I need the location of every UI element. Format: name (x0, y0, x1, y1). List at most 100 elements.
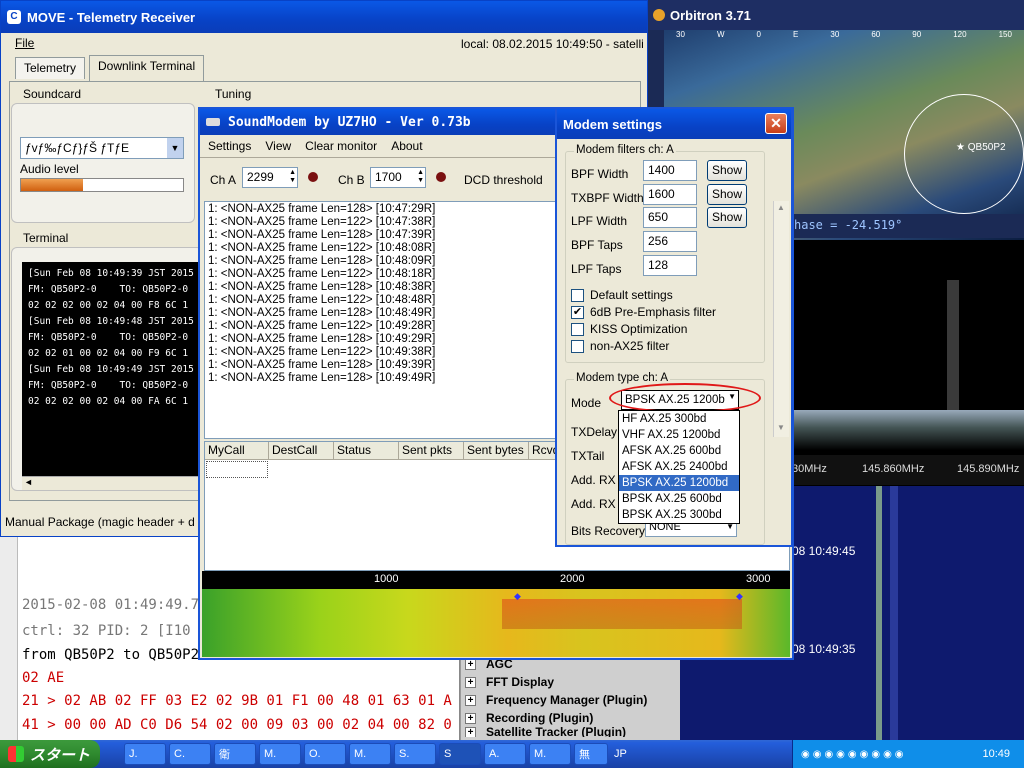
txbpf-show-button[interactable]: Show (707, 184, 747, 205)
monitor-line: 1: <NON-AX25 frame Len=128> [10:49:39R] (208, 359, 436, 371)
bpf-show-button[interactable]: Show (707, 160, 747, 181)
tab-telemetry[interactable]: Telemetry (15, 57, 86, 79)
cha-marker[interactable]: ◆ (514, 591, 521, 602)
checkbox-box[interactable] (571, 288, 584, 302)
plugin-item-frequency-manager[interactable]: + Frequency Manager (Plugin) (461, 691, 680, 709)
arrow-down-icon[interactable]: ▼ (777, 423, 785, 432)
start-button[interactable]: スタート (0, 740, 100, 768)
monitor-line: 1: <NON-AX25 frame Len=128> [10:48:38R] (208, 281, 436, 293)
lon-label: 60 (871, 30, 881, 39)
close-icon[interactable]: ✕ (765, 113, 787, 134)
taskbar-item[interactable]: M. (259, 743, 301, 765)
system-tray: ◉◉◉◉◉◉◉◉◉ 10:49 (792, 740, 1024, 768)
menu-clear-monitor[interactable]: Clear monitor (305, 139, 377, 153)
txtail-label: TXTail (571, 449, 605, 463)
dialog-scrollbar[interactable]: ▲ ▼ (773, 201, 789, 437)
plugin-item-fft[interactable]: + FFT Display (461, 673, 680, 691)
terminal-line: [Sun Feb 08 10:49:48 JST 2015 (28, 316, 194, 327)
taskbar-item[interactable]: 無 (574, 743, 608, 765)
waterfall-time: 08 10:49:35 (792, 642, 856, 656)
col-mycall[interactable]: MyCall (205, 442, 269, 460)
tab-downlink-terminal[interactable]: Downlink Terminal (89, 55, 205, 81)
terminal-panel: [Sun Feb 08 10:49:39 JST 2015 FM: QB50P2-… (11, 247, 204, 491)
checkbox-label: Default settings (590, 288, 673, 302)
table-row[interactable] (206, 461, 268, 478)
mode-option[interactable]: HF AX.25 300bd (619, 411, 739, 427)
chb-input[interactable]: 1700 ▲ ▼ (370, 167, 426, 188)
mode-option[interactable]: AFSK AX.25 2400bd (619, 459, 739, 475)
orbitron-titlebar: Orbitron 3.71 (648, 0, 1024, 30)
monitor-line: 1: <NON-AX25 frame Len=128> [10:48:49R] (208, 307, 436, 319)
audio-level-bar (20, 178, 184, 192)
checkbox-pre-emphasis[interactable]: ✔ 6dB Pre-Emphasis filter (571, 305, 716, 319)
chevron-down-icon[interactable]: ▼ (167, 138, 183, 158)
spin-icon[interactable]: ▲ ▼ (289, 169, 296, 185)
mode-dropdown-list: HF AX.25 300bd VHF AX.25 1200bd AFSK AX.… (618, 410, 740, 524)
col-status[interactable]: Status (334, 442, 399, 460)
taskbar-item-active[interactable]: S (439, 743, 481, 765)
mode-option[interactable]: VHF AX.25 1200bd (619, 427, 739, 443)
txbpf-width-input[interactable]: 1600 (643, 184, 697, 205)
language-indicator[interactable]: JP (614, 748, 627, 760)
menu-view[interactable]: View (265, 139, 291, 153)
lpf-taps-input[interactable]: 128 (643, 255, 697, 276)
checkmark-icon[interactable]: ✔ (571, 305, 584, 319)
taskbar-item[interactable]: O. (304, 743, 346, 765)
log-line: 41 > 00 00 AD C0 D6 54 02 00 09 03 00 02… (22, 717, 452, 733)
checkbox-default-settings[interactable]: Default settings (571, 288, 673, 302)
taskbar: スタート J. C. 衛 M. O. M. S. S A. M. 無 JP ◉◉… (0, 740, 1024, 768)
plugin-item-satellite-tracker[interactable]: + Satellite Tracker (Plugin) (461, 727, 680, 737)
audio-waterfall: ◆ ◆ (202, 589, 790, 657)
menu-file[interactable]: File (15, 36, 34, 50)
add-rx-label: Add. RX (571, 473, 616, 487)
tray-icons[interactable]: ◉◉◉◉◉◉◉◉◉ (793, 749, 907, 760)
lpf-width-input[interactable]: 650 (643, 207, 697, 228)
modem-type-group-label: Modem type ch: A (574, 372, 671, 384)
soundcard-select[interactable]: ƒvƒ‰ƒCƒ}ƒŠ ƒTƒE ▼ (20, 137, 184, 159)
taskbar-item[interactable]: J. (124, 743, 166, 765)
terminal-line: [Sun Feb 08 10:49:49 JST 2015 (28, 364, 194, 375)
col-sent-pkts[interactable]: Sent pkts (399, 442, 464, 460)
waterfall-signal (890, 486, 898, 740)
menu-settings[interactable]: Settings (208, 139, 251, 153)
plugin-item-recording[interactable]: + Recording (Plugin) (461, 709, 680, 727)
scale-label: 2000 (560, 573, 585, 585)
clock[interactable]: 10:49 (982, 748, 1010, 760)
taskbar-label: S. (399, 748, 410, 760)
taskbar-item[interactable]: A. (484, 743, 526, 765)
taskbar-label: J. (129, 748, 138, 760)
scale-label: 1000 (374, 573, 399, 585)
spin-icon[interactable]: ▲ ▼ (417, 169, 424, 185)
bpf-width-input[interactable]: 1400 (643, 160, 697, 181)
taskbar-item[interactable]: M. (529, 743, 571, 765)
terminal-hscrollbar[interactable]: ◄ (22, 476, 204, 490)
mode-option[interactable]: BPSK AX.25 300bd (619, 507, 739, 523)
spectrum-noise (792, 410, 1024, 460)
checkbox-kiss-optimization[interactable]: KISS Optimization (571, 322, 687, 336)
satellite-label[interactable]: ★ QB50P2 (956, 142, 1006, 153)
arrow-up-icon[interactable]: ▲ (777, 203, 785, 212)
soundcard-panel: ƒvƒ‰ƒCƒ}ƒŠ ƒTƒE ▼ Audio level (11, 103, 195, 223)
waterfall-time: 08 10:49:45 (792, 544, 856, 558)
col-sent-bytes[interactable]: Sent bytes (464, 442, 529, 460)
arrow-left-icon[interactable]: ◄ (24, 477, 33, 487)
mode-option-selected[interactable]: BPSK AX.25 1200bd (619, 475, 739, 491)
monitor-line: 1: <NON-AX25 frame Len=128> [10:49:29R] (208, 333, 436, 345)
highlight-annotation (609, 383, 761, 413)
taskbar-item[interactable]: S. (394, 743, 436, 765)
lpf-show-button[interactable]: Show (707, 207, 747, 228)
taskbar-label: M. (534, 748, 547, 760)
bpf-taps-input[interactable]: 256 (643, 231, 697, 252)
mode-option[interactable]: AFSK AX.25 600bd (619, 443, 739, 459)
col-destcall[interactable]: DestCall (269, 442, 334, 460)
taskbar-item[interactable]: 衛 (214, 743, 256, 765)
checkbox-non-ax25-filter[interactable]: non-AX25 filter (571, 339, 669, 353)
taskbar-item[interactable]: C. (169, 743, 211, 765)
mode-option[interactable]: BPSK AX.25 600bd (619, 491, 739, 507)
checkbox-box[interactable] (571, 322, 584, 336)
checkbox-box[interactable] (571, 339, 584, 353)
menu-about[interactable]: About (391, 139, 422, 153)
taskbar-item[interactable]: M. (349, 743, 391, 765)
cha-input[interactable]: 2299 ▲ ▼ (242, 167, 298, 188)
chb-marker[interactable]: ◆ (736, 591, 743, 602)
